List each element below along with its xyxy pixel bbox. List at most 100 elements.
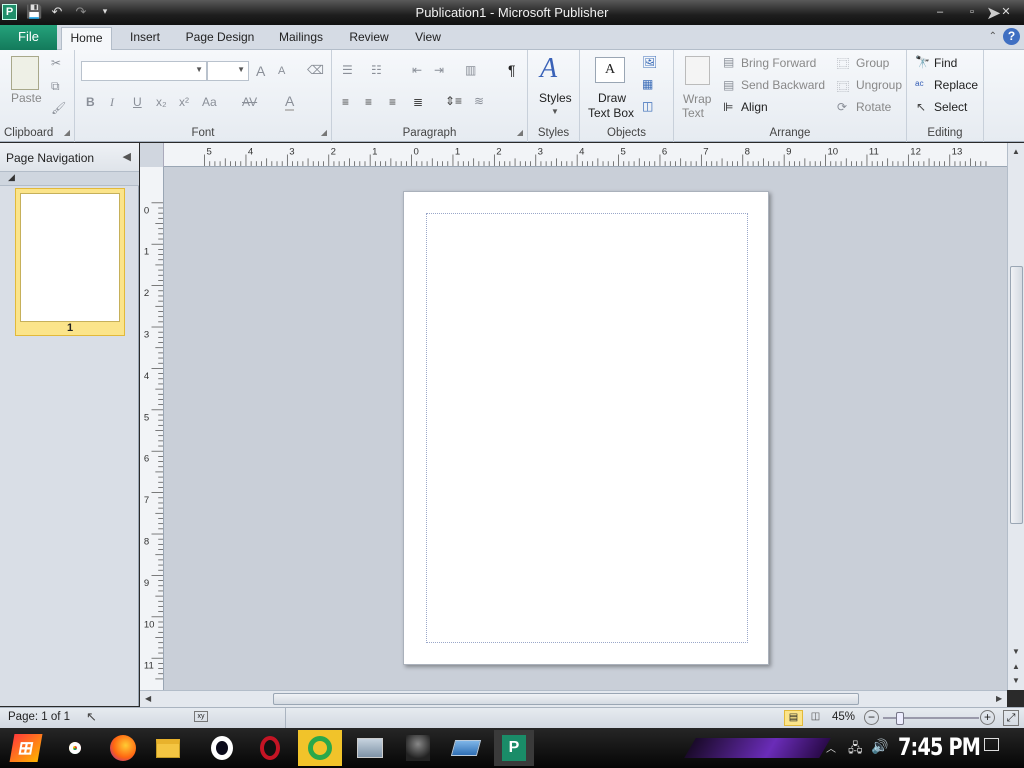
tab-home[interactable]: Home xyxy=(61,27,112,50)
align-right-icon[interactable]: ≡ xyxy=(389,95,396,109)
minimize-icon[interactable]: ‒ xyxy=(924,0,956,24)
align-center-icon[interactable]: ≡ xyxy=(365,95,372,109)
columns-icon[interactable]: ▥ xyxy=(465,63,476,77)
paste-icon[interactable] xyxy=(11,56,39,90)
wrap-text-label-1[interactable]: Wrap xyxy=(683,92,711,106)
object-position-icon[interactable]: xy xyxy=(194,711,208,722)
two-page-view-icon[interactable]: ◫ xyxy=(806,710,825,726)
replace-button[interactable]: Replace xyxy=(934,78,978,92)
draw-text-box-icon[interactable]: A xyxy=(595,57,625,83)
scroll-up-icon[interactable]: ▲ xyxy=(1012,147,1020,156)
horizontal-ruler[interactable]: 5 4 3 2 1 0 1 2 3 4 5 6 7 8 9 10 11 12 13 xyxy=(164,143,1007,167)
chrome-icon[interactable] xyxy=(55,730,95,766)
font-name-combo[interactable]: ▼ xyxy=(81,61,207,81)
styles-button[interactable]: Styles xyxy=(539,91,572,105)
ungroup-icon[interactable]: ⿴ xyxy=(837,78,849,95)
picture-icon[interactable]: 🖼 xyxy=(642,55,657,69)
clock[interactable]: 7:45 PM xyxy=(898,733,981,761)
section-bar[interactable]: ◢ xyxy=(0,172,139,186)
font-color-button[interactable]: A xyxy=(285,93,295,111)
virtual-desktop-icon[interactable] xyxy=(446,730,486,766)
underline-button[interactable]: U xyxy=(133,95,142,109)
rotate-button[interactable]: Rotate xyxy=(856,100,891,114)
change-case-button[interactable]: Aa xyxy=(202,95,217,109)
media-icon[interactable] xyxy=(398,730,438,766)
clear-formatting-icon[interactable]: ⌫ xyxy=(307,63,324,77)
select-icon[interactable]: ↖ xyxy=(916,100,926,114)
scroll-right-icon[interactable]: ▶ xyxy=(996,694,1002,703)
align-icon[interactable]: ⊫ xyxy=(723,100,733,114)
workspace-canvas[interactable] xyxy=(164,167,1007,690)
page-thumbnail-preview[interactable] xyxy=(20,193,120,322)
paragraph-launcher-icon[interactable]: ◢ xyxy=(517,128,523,137)
show-paragraph-marks-button[interactable]: ¶ xyxy=(508,62,516,78)
bring-forward-icon[interactable]: ▤ xyxy=(723,55,734,69)
publication-page[interactable] xyxy=(403,191,769,665)
opera-icon[interactable] xyxy=(202,730,242,766)
horizontal-scrollbar[interactable]: ◀ ▶ xyxy=(140,690,1007,707)
wrap-text-icon[interactable] xyxy=(685,56,710,85)
action-center-icon[interactable] xyxy=(984,738,999,751)
file-explorer-icon[interactable] xyxy=(148,730,188,766)
cut-icon[interactable]: ✂ xyxy=(51,56,61,70)
ruler-corner[interactable] xyxy=(140,143,164,167)
ungroup-button[interactable]: Ungroup xyxy=(856,78,902,92)
bold-button[interactable]: B xyxy=(86,95,95,109)
find-icon[interactable]: 🔭 xyxy=(915,55,930,69)
tab-insert[interactable]: Insert xyxy=(120,27,170,50)
fit-page-icon[interactable]: ⤢ xyxy=(1003,710,1019,726)
draw-text-box-label-1[interactable]: Draw xyxy=(598,91,626,105)
opera-neon-icon[interactable] xyxy=(298,730,342,766)
page-thumbnail[interactable]: 1 xyxy=(15,188,125,336)
help-icon[interactable]: ? xyxy=(1003,28,1020,45)
draw-text-box-label-2[interactable]: Text Box xyxy=(588,106,634,120)
collapse-pane-icon[interactable]: ◀ xyxy=(123,150,131,163)
tab-review[interactable]: Review xyxy=(342,27,396,50)
section-expander-icon[interactable]: ◢ xyxy=(8,172,15,183)
vertical-ruler[interactable]: 0 1 2 3 4 5 6 7 8 9 10 11 xyxy=(140,167,164,690)
start-button[interactable]: ⊞ xyxy=(6,730,46,766)
vertical-scrollbar[interactable]: ▲ ▼ ▲ ▼ xyxy=(1007,143,1024,690)
zoom-in-icon[interactable]: + xyxy=(980,710,995,725)
network-icon[interactable]: 🖧 xyxy=(848,739,863,761)
grow-font-icon[interactable]: A xyxy=(256,63,265,79)
format-painter-icon[interactable]: 🖌 xyxy=(51,101,66,115)
increase-indent-icon[interactable]: ⇥ xyxy=(434,63,444,77)
wrap-text-label-2[interactable]: Text xyxy=(682,106,704,120)
replace-icon[interactable]: ᵃᶜ xyxy=(915,78,924,92)
character-spacing-button[interactable]: AV xyxy=(242,95,257,109)
align-left-icon[interactable]: ≡ xyxy=(342,95,349,109)
ribbon-minimize-icon[interactable]: ⌃ xyxy=(989,31,997,42)
tab-page-design[interactable]: Page Design xyxy=(182,27,258,50)
justify-icon[interactable]: ≣ xyxy=(413,95,423,109)
styles-dropdown-icon[interactable]: ▼ xyxy=(551,107,559,116)
group-icon[interactable]: ⿴ xyxy=(837,55,849,72)
paste-button[interactable]: Paste xyxy=(11,91,42,105)
tab-mailings[interactable]: Mailings xyxy=(271,27,331,50)
group-button[interactable]: Group xyxy=(856,56,889,70)
page-count-status[interactable]: Page: 1 of 1 xyxy=(8,711,70,723)
shrink-font-icon[interactable]: A xyxy=(278,65,285,77)
tab-file[interactable]: File xyxy=(0,25,57,50)
zoom-level[interactable]: 45% xyxy=(832,711,855,723)
bullets-icon[interactable]: ☰ xyxy=(342,63,353,77)
font-size-combo[interactable]: ▼ xyxy=(207,61,249,81)
paragraph-spacing-icon[interactable]: ≋ xyxy=(474,94,484,108)
previous-page-icon[interactable]: ▲ xyxy=(1012,662,1020,671)
firefox-icon[interactable] xyxy=(103,730,143,766)
clipboard-launcher-icon[interactable]: ◢ xyxy=(64,128,70,137)
subscript-button[interactable]: x₂ xyxy=(156,95,167,109)
scroll-left-icon[interactable]: ◀ xyxy=(145,694,151,703)
superscript-button[interactable]: x² xyxy=(179,95,189,109)
maximize-icon[interactable]: ▫ xyxy=(956,0,988,24)
rotate-icon[interactable]: ⟳ xyxy=(837,100,847,114)
scroll-down-icon[interactable]: ▼ xyxy=(1012,647,1020,656)
italic-button[interactable]: I xyxy=(110,95,114,110)
bring-forward-button[interactable]: Bring Forward xyxy=(741,56,816,70)
styles-icon[interactable]: A xyxy=(540,53,557,85)
vertical-scroll-thumb[interactable] xyxy=(1010,266,1023,524)
shapes-icon[interactable]: ◫ xyxy=(642,99,653,113)
zoom-slider-thumb[interactable] xyxy=(896,712,904,725)
select-button[interactable]: Select xyxy=(934,100,967,114)
tab-view[interactable]: View xyxy=(408,27,448,50)
